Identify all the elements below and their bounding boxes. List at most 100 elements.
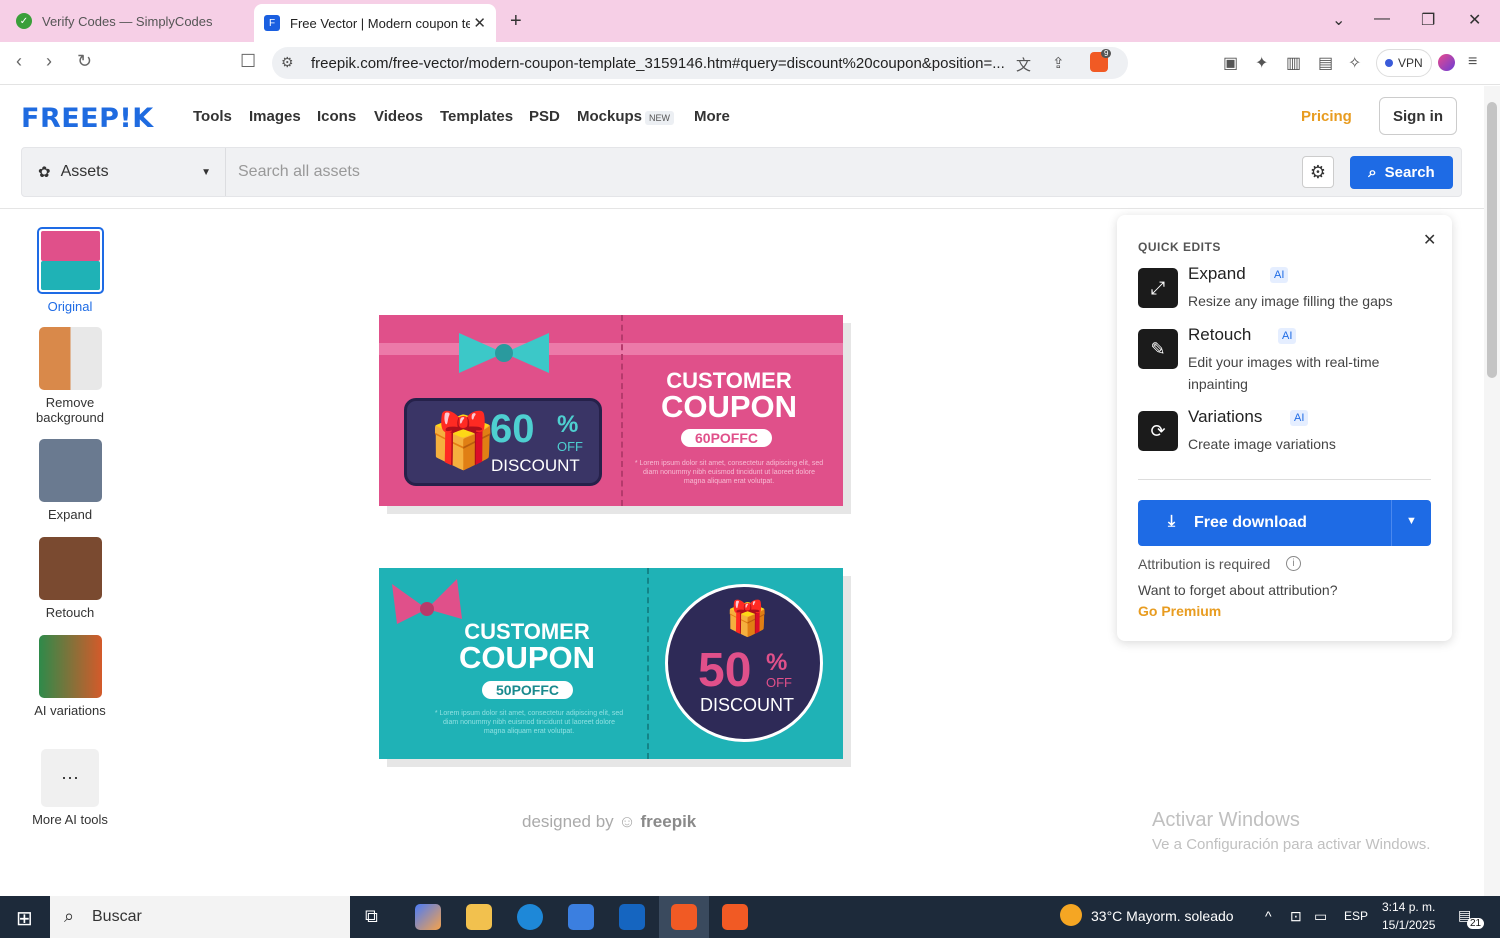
- tab-simplycodes[interactable]: ✓ Verify Codes — SimplyCodes: [12, 0, 252, 42]
- page-scrollbar[interactable]: [1484, 86, 1500, 896]
- ai-badge: AI: [1290, 410, 1309, 426]
- tool-more-ai[interactable]: ⋯ More AI tools: [30, 749, 110, 827]
- windows-start-icon[interactable]: ⊞: [16, 906, 33, 931]
- tab-title: Free Vector | Modern coupon te: [290, 15, 470, 31]
- task-view-icon[interactable]: ⧉: [365, 906, 378, 927]
- retouch-icon: ✎: [1138, 329, 1178, 369]
- tool-original[interactable]: Original: [30, 227, 110, 314]
- coupon-fine-print: * Lorem ipsum dolor sit amet, consectetu…: [634, 460, 824, 485]
- back-icon[interactable]: ‹: [16, 51, 22, 72]
- nav-more[interactable]: More: [694, 108, 730, 125]
- download-options-caret-icon[interactable]: ▼: [1406, 515, 1417, 527]
- network-icon[interactable]: ⊡: [1290, 908, 1302, 925]
- pricing-link[interactable]: Pricing: [1301, 108, 1352, 125]
- tool-expand[interactable]: Expand: [30, 439, 110, 522]
- assets-icon: ✿: [38, 164, 51, 181]
- leo-ai-icon[interactable]: ✧: [1348, 53, 1361, 73]
- nav-templates[interactable]: Templates: [440, 108, 513, 125]
- download-icon: ⤓: [1168, 513, 1176, 530]
- tool-retouch[interactable]: Retouch: [30, 537, 110, 620]
- display-icon[interactable]: ▭: [1314, 908, 1327, 925]
- crypto-wallet-icon[interactable]: ▤: [1318, 53, 1333, 73]
- store-icon[interactable]: [568, 904, 594, 930]
- coupon-percent: 50: [698, 644, 752, 697]
- search-icon: ⌕: [1368, 164, 1377, 181]
- search-icon: ⌕: [64, 906, 75, 926]
- nav-psd[interactable]: PSD: [529, 108, 560, 125]
- close-panel-icon[interactable]: ✕: [1423, 230, 1436, 250]
- search-button[interactable]: ⌕ Search: [1350, 156, 1453, 189]
- search-input[interactable]: Search all assets: [238, 163, 360, 181]
- nav-tools[interactable]: Tools: [193, 108, 232, 125]
- language-indicator[interactable]: ESP: [1344, 909, 1368, 923]
- maximize-icon[interactable]: ❐: [1421, 10, 1435, 30]
- close-window-icon[interactable]: ✕: [1468, 10, 1481, 30]
- menu-icon[interactable]: ≡: [1468, 53, 1477, 71]
- scrollbar-thumb[interactable]: [1487, 102, 1497, 378]
- brave-browser-icon-2[interactable]: [722, 904, 748, 930]
- nav-videos[interactable]: Videos: [374, 108, 423, 125]
- tool-label: More AI tools: [32, 812, 108, 827]
- retouch-thumbnail: [38, 537, 102, 600]
- edge-icon[interactable]: [517, 904, 543, 930]
- minimize-icon[interactable]: —: [1374, 10, 1390, 28]
- taskbar-search-label: Buscar: [92, 908, 142, 925]
- forget-attribution-text: Want to forget about attribution?: [1138, 582, 1338, 598]
- vpn-button[interactable]: VPN: [1376, 49, 1432, 77]
- ai-badge: AI: [1270, 267, 1289, 283]
- windows-activation-subtitle: Ve a Configuración para activar Windows.: [1152, 836, 1431, 853]
- nav-images[interactable]: Images: [249, 108, 301, 125]
- simplycodes-favicon-icon: ✓: [16, 13, 32, 29]
- coupon-percent-sign: %: [766, 649, 788, 676]
- quick-edit-desc: Resize any image filling the gaps: [1188, 293, 1393, 309]
- taskbar-search[interactable]: ⌕ Buscar: [50, 896, 350, 938]
- wallet-icon[interactable]: ▣: [1223, 53, 1238, 73]
- tool-remove-background[interactable]: Remove background: [30, 327, 110, 425]
- copilot-icon[interactable]: [415, 904, 441, 930]
- nav-icons[interactable]: Icons: [317, 108, 356, 125]
- free-download-button[interactable]: ⤓ Free download ▼: [1138, 500, 1431, 546]
- tab-title: Verify Codes — SimplyCodes: [42, 13, 213, 29]
- info-icon[interactable]: i: [1286, 556, 1301, 571]
- more-icon: ⋯: [41, 749, 99, 807]
- address-bar[interactable]: ⚙ freepik.com/free-vector/modern-coupon-…: [272, 47, 1128, 79]
- coupon-discount: DISCOUNT: [491, 456, 580, 475]
- extensions-icon[interactable]: ✦: [1255, 53, 1268, 73]
- url-text: freepik.com/free-vector/modern-coupon-te…: [311, 55, 1005, 72]
- expand-thumbnail: [38, 439, 102, 502]
- sign-in-button[interactable]: Sign in: [1379, 97, 1457, 135]
- button-split: [1391, 500, 1392, 546]
- search-settings-gear-icon[interactable]: ⚙: [1302, 156, 1334, 188]
- freepik-logo[interactable]: FREEP!K: [21, 103, 154, 134]
- nav-mockups[interactable]: Mockups: [577, 108, 642, 125]
- share-icon[interactable]: ⇪: [1052, 54, 1065, 72]
- clock-time[interactable]: 3:14 p. m.: [1382, 900, 1435, 914]
- vpn-label: VPN: [1398, 56, 1423, 70]
- new-tab-icon[interactable]: +: [510, 10, 522, 33]
- tool-ai-variations[interactable]: AI variations: [30, 635, 110, 718]
- sidebar-icon[interactable]: ▥: [1286, 53, 1301, 73]
- weather-text[interactable]: 33°C Mayorm. soleado: [1091, 908, 1234, 924]
- tab-freepik[interactable]: F Free Vector | Modern coupon te ✕: [254, 4, 496, 42]
- tray-chevron-icon[interactable]: ^: [1265, 908, 1272, 924]
- site-settings-icon[interactable]: ⚙: [281, 54, 294, 71]
- close-tab-icon[interactable]: ✕: [473, 14, 486, 32]
- file-explorer-icon[interactable]: [466, 904, 492, 930]
- translate-icon[interactable]: 文: [1016, 54, 1031, 75]
- brave-count-badge: 9: [1101, 49, 1112, 58]
- forward-icon[interactable]: ›: [46, 51, 52, 72]
- go-premium-link[interactable]: Go Premium: [1138, 603, 1221, 619]
- bookmark-icon[interactable]: ☐: [240, 51, 256, 72]
- reload-icon[interactable]: ↻: [77, 51, 92, 72]
- outlook-icon[interactable]: [619, 904, 645, 930]
- brave-browser-icon[interactable]: [671, 904, 697, 930]
- clock-date[interactable]: 15/1/2025: [1382, 918, 1435, 932]
- perforation: [621, 315, 623, 506]
- windows-taskbar: ⊞ ⌕ Buscar ⧉ 33°C Mayorm. soleado ^ ⊡ ▭ …: [0, 896, 1500, 938]
- coupon-title-2: COUPON: [458, 640, 596, 675]
- asset-type-dropdown[interactable]: ✿ Assets ▼: [22, 148, 226, 196]
- coupon-image-teal: CUSTOMER COUPON 50POFFC * Lorem ipsum do…: [379, 568, 843, 759]
- quick-edit-desc: Create image variations: [1188, 436, 1336, 452]
- profile-icon[interactable]: [1438, 54, 1455, 71]
- tab-search-chevron-icon[interactable]: ⌄: [1332, 10, 1345, 30]
